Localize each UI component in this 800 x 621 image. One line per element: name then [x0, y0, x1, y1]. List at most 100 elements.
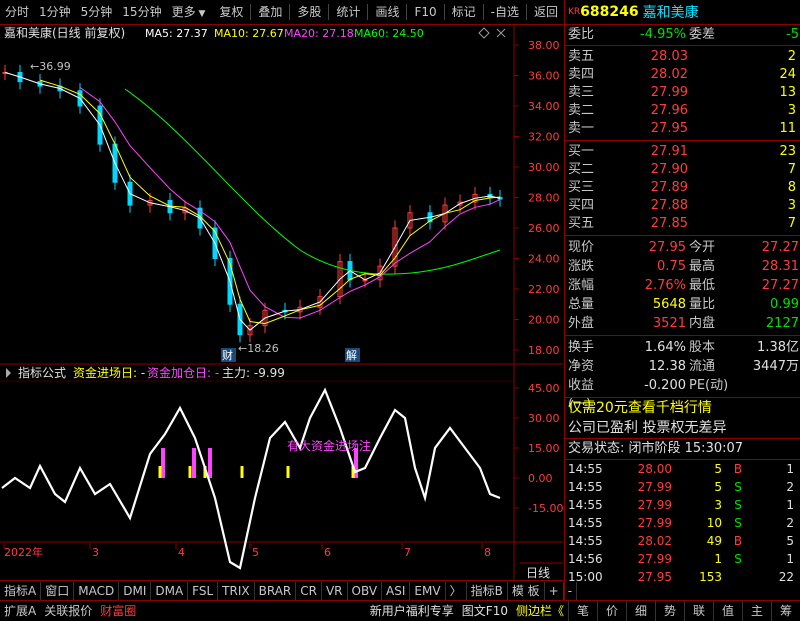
stat-label: 股本 [689, 340, 716, 355]
tab-overlay[interactable]: 叠加 [253, 0, 287, 24]
tab-mark[interactable]: 标记 [447, 0, 481, 24]
new-user-promo-link[interactable]: 新用户福利专享 [366, 602, 458, 620]
stat-value: 3447万 [752, 359, 799, 374]
bid-row[interactable]: 买二 27.90 7 [565, 161, 800, 179]
tick-list: 14:55 28.00 5 B 1 14:55 27.99 5 S 2 14:55 27.99 3 S 1 1… [565, 460, 800, 586]
sidebar-toggle[interactable]: 侧边栏《 [512, 602, 568, 620]
tick-side: B [733, 462, 743, 476]
ask-volume: 13 [779, 85, 796, 100]
tab-back[interactable]: 返回 [529, 0, 563, 24]
side-tab[interactable]: 筹 [771, 601, 800, 621]
ask-row[interactable]: 卖四 28.02 24 [565, 66, 800, 84]
ask-row[interactable]: 卖五 28.03 2 [565, 48, 800, 66]
tab-macd[interactable]: MACD [74, 582, 120, 600]
tab-emv[interactable]: EMV [410, 582, 446, 600]
tab-related-quotes[interactable]: 关联报价 [40, 602, 96, 620]
tab-f10[interactable]: F10 [409, 0, 441, 24]
tab-trix[interactable]: TRIX [218, 582, 255, 600]
indicator-title[interactable]: 指标公式 [18, 365, 66, 380]
tab-draw[interactable]: 画线 [370, 0, 404, 24]
tick-row: 14:55 27.99 3 S 1 [565, 496, 800, 514]
tab-cr[interactable]: CR [296, 582, 322, 600]
tab-fsl[interactable]: FSL [188, 582, 219, 600]
ask-volume: 3 [787, 103, 796, 118]
quote-value: 3521 [652, 316, 686, 331]
tick-time: 14:55 [568, 462, 603, 476]
ask-price: 28.03 [650, 49, 688, 64]
diamond-icon[interactable] [478, 27, 490, 39]
ask-row[interactable]: 卖一 27.95 11 [565, 120, 800, 138]
side-tab[interactable]: 值 [713, 601, 742, 621]
bid-row[interactable]: 买一 27.91 23 [565, 143, 800, 161]
tab-adjust[interactable]: 复权 [214, 0, 248, 24]
side-tab[interactable]: 主 [742, 601, 771, 621]
tick-time: 14:55 [568, 516, 603, 530]
tab-window[interactable]: 窗口 [41, 582, 75, 600]
tab-obv[interactable]: OBV [348, 582, 383, 600]
marker-jie[interactable]: 解 [346, 348, 357, 362]
tab-multistock[interactable]: 多股 [292, 0, 326, 24]
tab-extend-a[interactable]: 扩展A [0, 602, 40, 620]
stat-label: 净资 [568, 359, 595, 374]
tab-more[interactable]: 更多 ▼ [167, 0, 211, 24]
ma5-line [4, 71, 501, 331]
tab-timeshare[interactable]: 分时 [0, 0, 34, 24]
company-info-line[interactable]: 公司已盈利 投票权无差异 [565, 418, 800, 438]
price-axis: 38.00 36.00 34.00 32.00 30.00 28.00 26.00 24.00… [514, 39, 560, 357]
quote-value: 27.95 [648, 240, 686, 255]
ask-row[interactable]: 卖三 27.99 13 [565, 84, 800, 102]
high-price-label: ←36.99 [30, 60, 71, 73]
tab-favorite[interactable]: -自选 [486, 0, 524, 24]
zoom-in-button[interactable]: + [545, 582, 564, 600]
side-tab[interactable]: 细 [626, 601, 655, 621]
tab-dmi[interactable]: DMI [119, 582, 152, 600]
tab-brar[interactable]: BRAR [255, 582, 297, 600]
period-label[interactable]: 日线 [526, 566, 550, 580]
ask-price: 27.99 [650, 85, 688, 100]
status-bar: 扩展A 关联报价 财富圈 新用户福利专享 图文F10 侧边栏《 笔价细势联值主筹 [0, 600, 800, 621]
indicator-item3: 主力: -9.99 [222, 366, 285, 380]
indicator-line [1, 387, 501, 570]
ask-row[interactable]: 卖二 27.96 3 [565, 102, 800, 120]
tab-indicator-a[interactable]: 指标A [0, 582, 42, 600]
tab-wealth-circle[interactable]: 财富圈 [96, 602, 140, 620]
side-tab[interactable]: 价 [597, 601, 626, 621]
settings-icon[interactable] [6, 368, 11, 378]
tab-stats[interactable]: 统计 [331, 0, 365, 24]
tab-indicator-b[interactable]: 指标B [467, 582, 508, 600]
date-tick: 3 [92, 546, 99, 559]
price-tick: 30.00 [528, 161, 560, 174]
bid-row[interactable]: 买三 27.89 8 [565, 179, 800, 197]
quote-label: 量比 [689, 297, 716, 312]
ma5-legend: MA5: 27.37 [145, 27, 208, 40]
tab-asi[interactable]: ASI [382, 582, 411, 600]
close-icon[interactable] [496, 28, 506, 38]
marker-cai[interactable]: 财 [222, 348, 233, 362]
bid-row[interactable]: 买五 27.85 7 [565, 215, 800, 233]
stat-label: 流通 [689, 359, 716, 374]
tab-template[interactable]: 模 板 [508, 582, 545, 600]
f10-button[interactable]: 图文F10 [458, 602, 512, 620]
tab-more-label: 更多 [171, 5, 196, 19]
tick-time: 14:55 [568, 480, 603, 494]
tab-next[interactable]: 〉 [446, 582, 467, 600]
side-tab[interactable]: 笔 [568, 601, 597, 621]
tab-dma[interactable]: DMA [151, 582, 189, 600]
quote-row: 现价 27.95 今开 27.27 [565, 238, 800, 257]
bid-row[interactable]: 买四 27.88 3 [565, 197, 800, 215]
tick-row: 14:55 28.00 5 B 1 [565, 460, 800, 478]
date-tick: 7 [404, 546, 411, 559]
tick-price: 27.99 [637, 552, 672, 566]
ma20-legend: MA20: 27.18 [284, 27, 354, 40]
tab-5min[interactable]: 5分钟 [76, 0, 118, 24]
side-tab[interactable]: 联 [684, 601, 713, 621]
tab-15min[interactable]: 15分钟 [117, 0, 166, 24]
tab-vr[interactable]: VR [322, 582, 348, 600]
tab-1min[interactable]: 1分钟 [34, 0, 76, 24]
side-tab[interactable]: 势 [655, 601, 684, 621]
promo-orderbook-link[interactable]: 仅需20元查看千档行情 [565, 398, 800, 418]
chart-canvas[interactable]: 嘉和美康(日线 前复权) MA5: 27.37 MA10: 27.67 MA20… [0, 25, 563, 580]
tick-side: S [734, 552, 742, 566]
date-tick: 2022年 [4, 545, 43, 559]
quote-label: 内盘 [689, 316, 716, 331]
